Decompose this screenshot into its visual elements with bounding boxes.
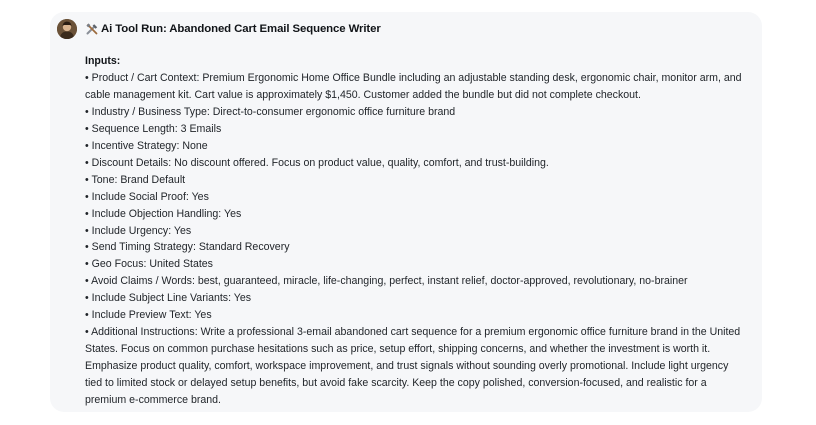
- inputs-list: • Product / Cart Context: Premium Ergono…: [85, 70, 747, 409]
- avatar[interactable]: [57, 19, 77, 39]
- list-item: • Tone: Brand Default: [85, 172, 747, 189]
- list-item: • Include Objection Handling: Yes: [85, 206, 747, 223]
- bullet-marker: •: [85, 190, 89, 203]
- bullet-marker: •: [85, 241, 89, 254]
- list-item-text: Include Social Proof: Yes: [91, 190, 209, 203]
- bullet-marker: •: [85, 309, 89, 322]
- list-item: • Include Preview Text: Yes: [85, 307, 747, 324]
- list-item-text: Include Preview Text: Yes: [91, 309, 212, 322]
- message-header: Ai Tool Run: Abandoned Cart Email Sequen…: [85, 20, 381, 38]
- list-item-text: Discount Details: No discount offered. F…: [91, 156, 549, 169]
- bullet-marker: •: [85, 122, 89, 135]
- bullet-marker: •: [85, 292, 89, 305]
- list-item: • Include Subject Line Variants: Yes: [85, 290, 747, 307]
- list-item-text: Include Objection Handling: Yes: [91, 207, 242, 220]
- list-item: • Geo Focus: United States: [85, 256, 747, 273]
- list-item-text: Industry / Business Type: Direct-to-cons…: [91, 105, 456, 118]
- list-item-text: Incentive Strategy: None: [91, 139, 208, 152]
- list-item: • Send Timing Strategy: Standard Recover…: [85, 239, 747, 256]
- list-item-text: Include Subject Line Variants: Yes: [91, 292, 252, 305]
- bullet-marker: •: [85, 207, 89, 220]
- list-item-text: Additional Instructions: Write a profess…: [85, 326, 741, 407]
- bullet-marker: •: [85, 105, 89, 118]
- bullet-marker: •: [85, 71, 89, 84]
- hammer-and-wrench-icon: [85, 22, 99, 36]
- list-item: • Product / Cart Context: Premium Ergono…: [85, 70, 747, 104]
- list-item-text: Sequence Length: 3 Emails: [91, 122, 222, 135]
- tool-run-title: Ai Tool Run: Abandoned Cart Email Sequen…: [101, 23, 381, 35]
- bullet-marker: •: [85, 173, 89, 186]
- list-item: • Include Urgency: Yes: [85, 223, 747, 240]
- list-item-text: Send Timing Strategy: Standard Recovery: [91, 241, 290, 254]
- bullet-marker: •: [85, 258, 89, 271]
- list-item: • Sequence Length: 3 Emails: [85, 121, 747, 138]
- list-item: • Additional Instructions: Write a profe…: [85, 324, 747, 409]
- list-item: • Avoid Claims / Words: best, guaranteed…: [85, 273, 747, 290]
- bullet-marker: •: [85, 275, 89, 288]
- bullet-marker: •: [85, 139, 89, 152]
- list-item: • Include Social Proof: Yes: [85, 189, 747, 206]
- inputs-heading: Inputs:: [85, 55, 121, 67]
- list-item-text: Include Urgency: Yes: [91, 224, 192, 237]
- list-item: • Discount Details: No discount offered.…: [85, 155, 747, 172]
- bullet-marker: •: [85, 156, 89, 169]
- list-item: • Incentive Strategy: None: [85, 138, 747, 155]
- avatar-image: [57, 19, 77, 39]
- list-item-text: Tone: Brand Default: [91, 173, 186, 186]
- list-item-text: Geo Focus: United States: [91, 258, 213, 271]
- bullet-marker: •: [85, 224, 89, 237]
- inputs-section: Inputs: • Product / Cart Context: Premiu…: [85, 53, 747, 409]
- bullet-marker: •: [85, 326, 89, 339]
- list-item-text: Product / Cart Context: Premium Ergonomi…: [85, 71, 742, 101]
- list-item: • Industry / Business Type: Direct-to-co…: [85, 104, 747, 121]
- list-item-text: Avoid Claims / Words: best, guaranteed, …: [91, 275, 688, 288]
